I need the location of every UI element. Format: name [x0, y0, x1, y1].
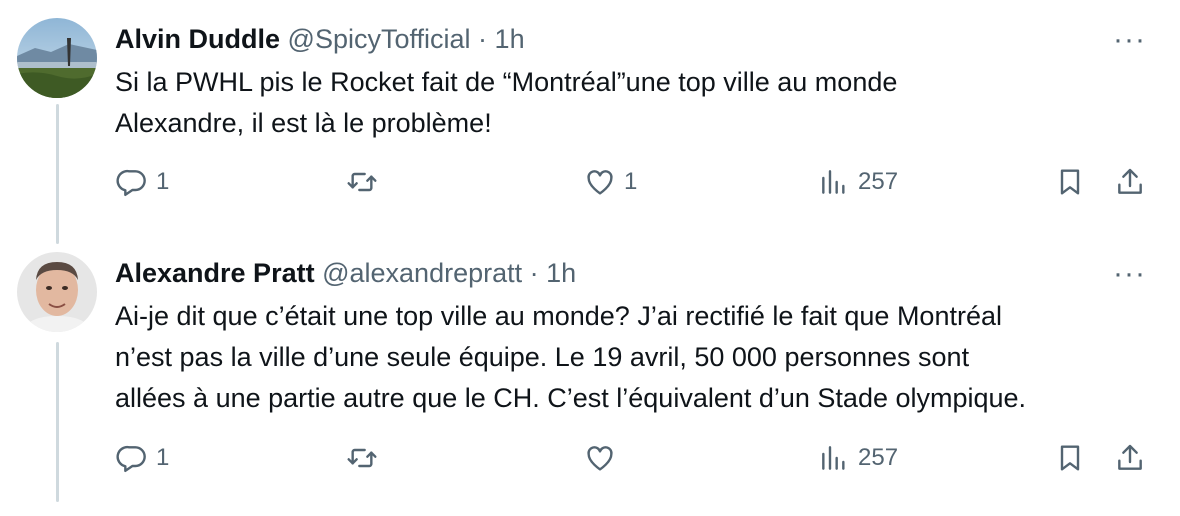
- tweet-text-line: allées à une partie autre que le CH. C’e…: [115, 383, 1027, 413]
- tweet-header: Alvin Duddle @SpicyTofficial · 1h: [115, 22, 525, 56]
- action-bar: 1 257: [0, 442, 1180, 482]
- tweet-text-line: Ai-je dit que c’était une top ville au m…: [115, 301, 1002, 331]
- reply-button[interactable]: 1: [116, 442, 169, 474]
- retweet-icon: [347, 172, 377, 192]
- avatar-landscape-image: [17, 18, 97, 98]
- reply-icon: [116, 169, 146, 196]
- reply-count: 1: [156, 168, 170, 195]
- tweet[interactable]: Alexandre Pratt @alexandrepratt · 1h ···…: [0, 240, 1180, 516]
- bookmark-icon: [1060, 445, 1080, 471]
- timestamp[interactable]: 1h: [546, 258, 576, 288]
- reply-count: 1: [156, 444, 170, 471]
- bookmark-button[interactable]: [1054, 166, 1086, 198]
- tweet-text-line: n’est pas la ville d’une seule équipe. L…: [115, 342, 970, 372]
- separator-dot: ·: [478, 24, 488, 54]
- separator-dot: ·: [529, 258, 539, 288]
- like-count: 1: [624, 168, 638, 195]
- author-name[interactable]: Alexandre Pratt: [115, 258, 315, 288]
- more-options-button[interactable]: ···: [1113, 25, 1146, 55]
- tweet-header: Alexandre Pratt @alexandrepratt · 1h: [115, 256, 576, 290]
- avatar[interactable]: [17, 252, 97, 332]
- heart-icon: [587, 170, 613, 195]
- tweet-text-line: Si la PWHL pis le Rocket fait de “Montré…: [115, 67, 898, 97]
- heart-icon: [587, 446, 613, 471]
- like-button[interactable]: 1: [584, 166, 637, 198]
- reply-icon: [116, 445, 146, 472]
- retweet-icon: [347, 448, 377, 468]
- more-options-button[interactable]: ···: [1113, 259, 1146, 289]
- tweet-text: Ai-je dit que c’était une top ville au m…: [115, 296, 1155, 419]
- bookmark-button[interactable]: [1054, 442, 1086, 474]
- share-button[interactable]: [1114, 166, 1146, 198]
- tweet-text: Si la PWHL pis le Rocket fait de “Montré…: [115, 62, 1155, 144]
- avatar[interactable]: [17, 18, 97, 98]
- avatar-portrait-image: [17, 252, 97, 332]
- share-button[interactable]: [1114, 442, 1146, 474]
- bookmark-icon: [1060, 169, 1080, 195]
- views-icon: [822, 170, 845, 194]
- retweet-button[interactable]: [346, 442, 386, 474]
- tweet[interactable]: Alvin Duddle @SpicyTofficial · 1h ··· Si…: [0, 0, 1180, 240]
- author-handle[interactable]: @SpicyTofficial: [288, 24, 471, 54]
- action-bar: 1 1 257: [0, 166, 1180, 206]
- share-icon: [1118, 444, 1142, 470]
- retweet-button[interactable]: [346, 166, 386, 198]
- reply-button[interactable]: 1: [116, 166, 169, 198]
- view-count: 257: [858, 168, 899, 195]
- views-button[interactable]: 257: [818, 166, 898, 198]
- share-icon: [1118, 168, 1142, 194]
- timestamp[interactable]: 1h: [495, 24, 525, 54]
- like-button[interactable]: [584, 442, 624, 474]
- tweet-text-line: Alexandre, il est là le problème!: [115, 108, 492, 138]
- views-icon: [822, 446, 845, 470]
- view-count: 257: [858, 444, 899, 471]
- author-name[interactable]: Alvin Duddle: [115, 24, 280, 54]
- views-button[interactable]: 257: [818, 442, 898, 474]
- author-handle[interactable]: @alexandrepratt: [322, 258, 522, 288]
